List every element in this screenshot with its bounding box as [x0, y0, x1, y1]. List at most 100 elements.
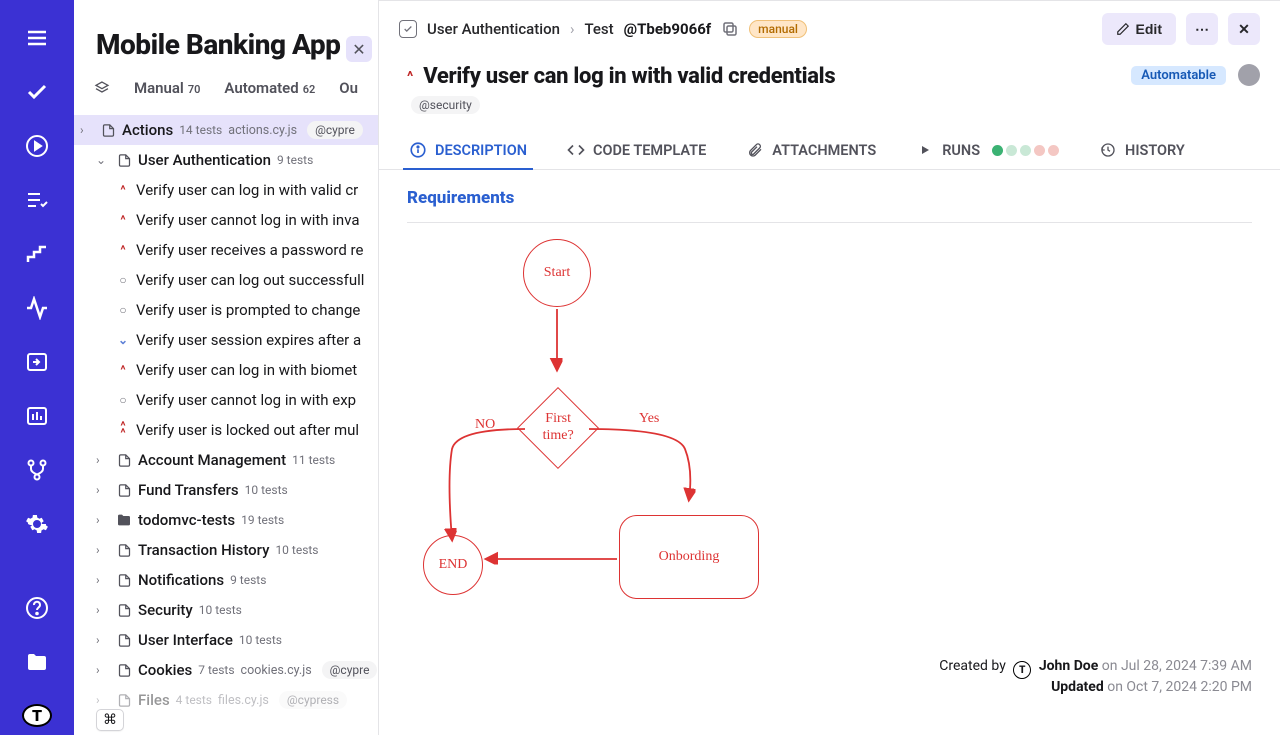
close-detail-button[interactable]: ✕ — [1228, 13, 1260, 45]
tree-item[interactable]: ›User Interface 10 tests — [74, 625, 378, 655]
test-label: Verify user can log out successfull — [136, 271, 364, 289]
test-label: Verify user is prompted to change — [136, 301, 360, 319]
analytics-icon[interactable] — [23, 404, 51, 428]
tree-item[interactable]: ⌄ User Authentication 9 tests — [74, 145, 378, 175]
tree-item[interactable]: ›Fund Transfers 10 tests — [74, 475, 378, 505]
tree-meta: 19 tests — [241, 513, 284, 527]
chevron-icon: ⌄ — [96, 153, 110, 167]
chevron-icon: › — [80, 123, 94, 137]
tree-meta: 4 tests — [176, 693, 212, 707]
tree-label: Fund Transfers — [138, 481, 239, 499]
file-icon — [100, 122, 116, 138]
tree-label: Files — [138, 691, 170, 709]
tree-label: Cookies — [138, 661, 192, 679]
test-tree: ›Actions 14 tests actions.cy.js @cypre⌄U… — [74, 115, 378, 735]
test-label: Verify user session expires after a — [136, 331, 361, 349]
diagram-start: Start — [544, 265, 570, 282]
test-item[interactable]: ^^Verify user is locked out after mul — [74, 415, 378, 445]
tree-file: actions.cy.js — [228, 123, 297, 138]
folder-icon[interactable] — [23, 650, 51, 674]
layers-icon[interactable] — [94, 79, 110, 97]
test-explorer: Mobile Banking App ✕ Manual70 Automated6… — [74, 0, 379, 735]
test-item[interactable]: ^Verify user can log in with biomet — [74, 355, 378, 385]
list-check-icon[interactable] — [23, 188, 51, 212]
tab-manual[interactable]: Manual70 — [134, 79, 200, 97]
keyboard-shortcut-button[interactable]: ⌘ — [96, 709, 124, 731]
check-icon[interactable] — [23, 80, 51, 104]
tree-item[interactable]: ›Security 10 tests — [74, 595, 378, 625]
test-label: Verify user can log in with biomet — [136, 361, 357, 379]
copy-icon[interactable] — [721, 20, 739, 38]
detail-pane: User Authentication › Test @Tbeb9066f ma… — [379, 0, 1280, 735]
file-icon — [116, 662, 132, 678]
tree-item[interactable]: ›Account Management 11 tests — [74, 445, 378, 475]
detail-content: Requirements Start First time? Yes NO On… — [379, 170, 1280, 735]
run-status-dots — [992, 145, 1059, 156]
menu-icon[interactable] — [23, 26, 51, 50]
tab-history[interactable]: HISTORY — [1097, 131, 1187, 169]
avatar[interactable] — [1238, 64, 1260, 86]
file-icon — [116, 692, 132, 708]
test-item[interactable]: ^Verify user can log in with valid cr — [74, 175, 378, 205]
tree-item[interactable]: ›Transaction History 10 tests — [74, 535, 378, 565]
tree-meta: 10 tests — [275, 543, 318, 557]
activity-icon[interactable] — [23, 296, 51, 320]
import-icon[interactable] — [23, 350, 51, 374]
tab-code-template[interactable]: CODE TEMPLATE — [565, 131, 708, 169]
requirements-diagram: Start First time? Yes NO Onbording END — [417, 239, 817, 619]
tree-item[interactable]: ›Actions 14 tests actions.cy.js @cypre — [74, 115, 378, 145]
file-icon — [116, 482, 132, 498]
test-item[interactable]: ○Verify user is prompted to change — [74, 295, 378, 325]
diagram-end: END — [439, 557, 468, 574]
crumb-parent[interactable]: User Authentication — [427, 20, 560, 38]
tag-security[interactable]: @security — [411, 96, 480, 114]
tree-label: Actions — [122, 121, 173, 139]
more-button[interactable]: ⋯ — [1186, 13, 1218, 45]
tree-label: Account Management — [138, 451, 286, 469]
tree-item[interactable]: ›Cookies 7 tests cookies.cy.js @cypre — [74, 655, 378, 685]
tree-meta: 9 tests — [277, 153, 313, 167]
help-icon[interactable] — [23, 596, 51, 620]
chevron-icon: › — [96, 543, 110, 557]
crumb-test-id: @Tbeb9066f — [624, 20, 712, 38]
tab-runs[interactable]: RUNS — [914, 131, 1061, 169]
tree-item[interactable]: ›Notifications 9 tests — [74, 565, 378, 595]
author-name: John Doe — [1039, 658, 1098, 674]
tree-label: User Authentication — [138, 151, 271, 169]
info-icon — [409, 141, 427, 159]
test-item[interactable]: ^Verify user cannot log in with inva — [74, 205, 378, 235]
steps-icon[interactable] — [23, 242, 51, 266]
tree-tag: @cypress — [279, 691, 347, 709]
close-panel-button[interactable]: ✕ — [346, 36, 372, 62]
breadcrumb-bar: User Authentication › Test @Tbeb9066f ma… — [379, 1, 1280, 58]
tab-automated[interactable]: Automated62 — [224, 79, 315, 97]
file-icon — [116, 602, 132, 618]
tab-outdated[interactable]: Ou — [339, 79, 358, 97]
manual-badge: manual — [749, 20, 807, 38]
test-item[interactable]: ○Verify user can log out successfull — [74, 265, 378, 295]
test-item[interactable]: ^Verify user receives a password re — [74, 235, 378, 265]
app-logo[interactable]: T — [22, 704, 52, 727]
crumb-separator: › — [570, 20, 575, 38]
tree-file: files.cy.js — [218, 693, 269, 708]
diagram-onboarding: Onbording — [659, 549, 720, 566]
edit-button[interactable]: Edit — [1102, 13, 1176, 45]
checkbox-icon[interactable] — [399, 20, 417, 38]
play-icon[interactable] — [23, 134, 51, 158]
created-date: on Jul 28, 2024 7:39 AM — [1102, 658, 1252, 674]
chevron-icon: › — [96, 483, 110, 497]
test-label: Verify user can log in with valid cr — [136, 181, 358, 199]
tab-attachments[interactable]: ATTACHMENTS — [744, 131, 878, 169]
test-item[interactable]: ○Verify user cannot log in with exp — [74, 385, 378, 415]
updated-date: on Oct 7, 2024 2:20 PM — [1107, 679, 1252, 695]
tree-meta: 10 tests — [239, 633, 282, 647]
created-by-label: Created by — [939, 658, 1006, 674]
chevron-icon: › — [96, 573, 110, 587]
test-item[interactable]: ⌄Verify user session expires after a — [74, 325, 378, 355]
tree-item[interactable]: ›todomvc-tests 19 tests — [74, 505, 378, 535]
gear-icon[interactable] — [23, 512, 51, 536]
automatable-badge: Automatable — [1131, 66, 1226, 85]
tab-description[interactable]: DESCRIPTION — [407, 131, 529, 169]
folder-icon — [116, 512, 132, 528]
branch-icon[interactable] — [23, 458, 51, 482]
